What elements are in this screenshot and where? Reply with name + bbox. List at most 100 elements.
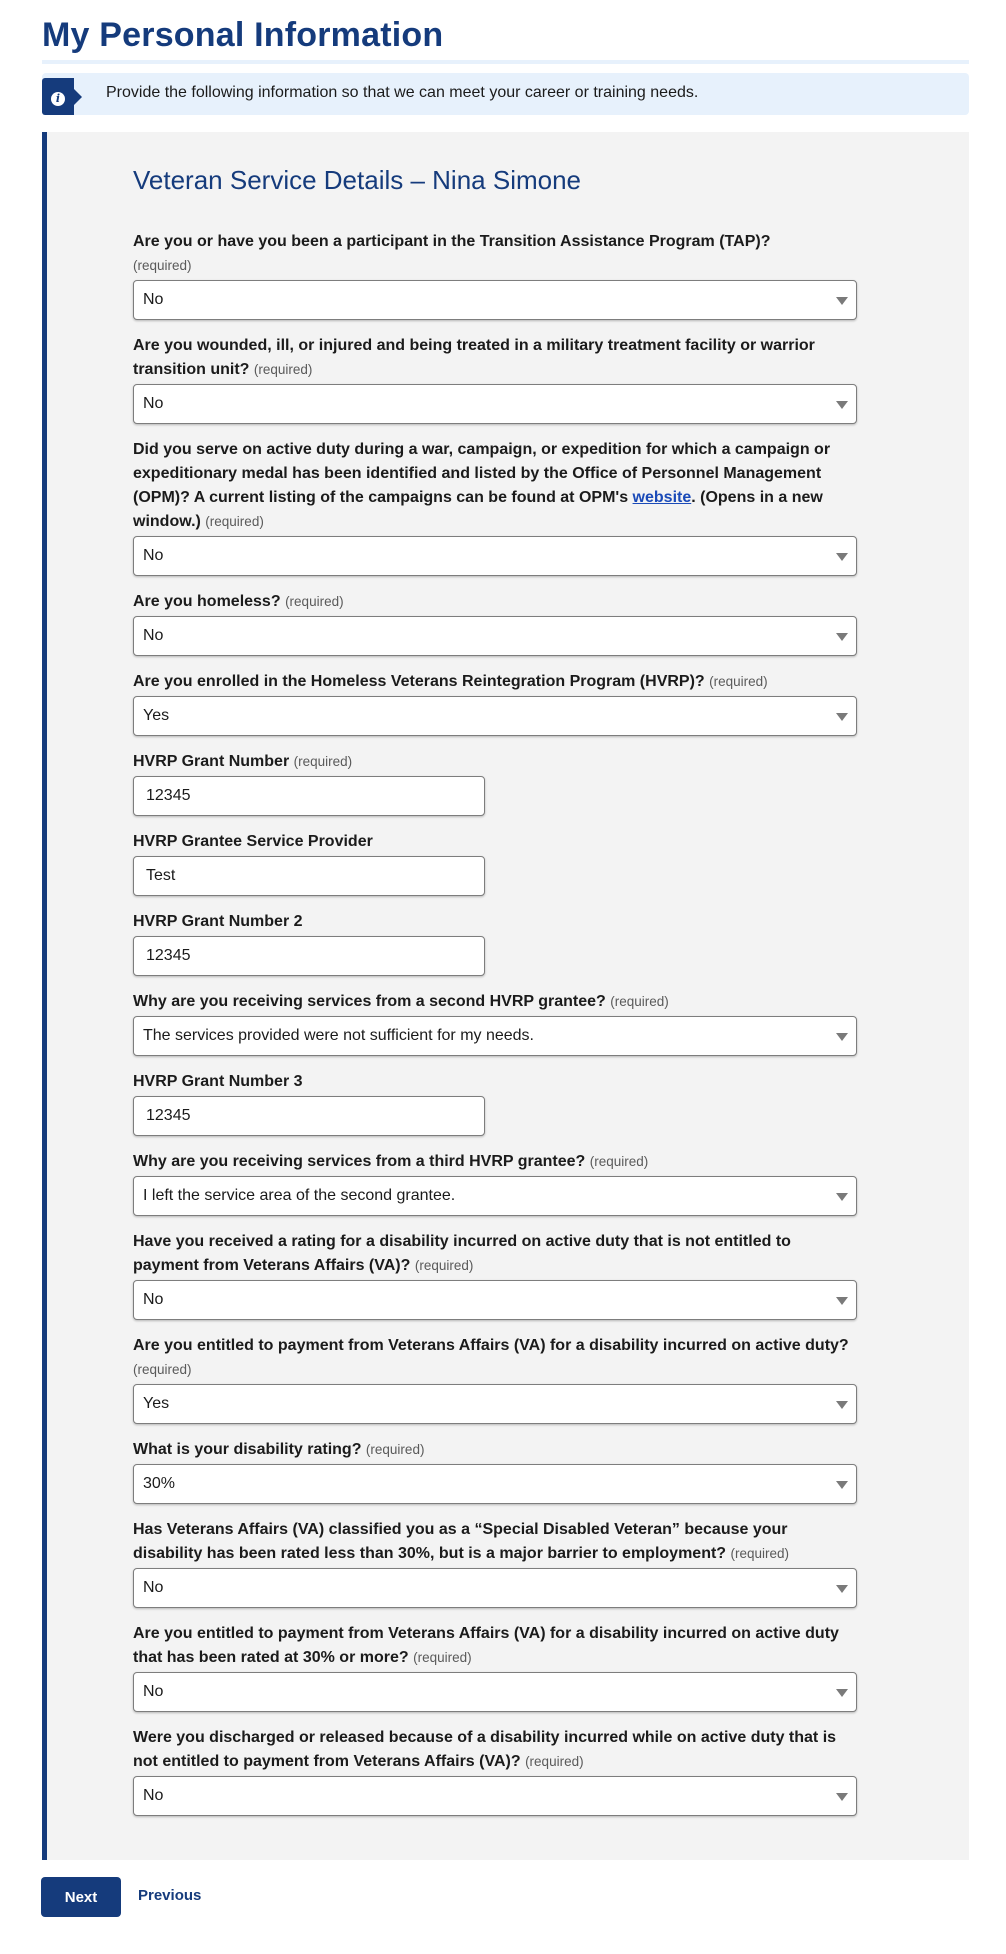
second-grantee-reason-select[interactable]: The services provided were not sufficien… <box>133 1016 857 1056</box>
dropdown-caret-icon <box>836 1193 848 1201</box>
select-value: 30% <box>143 1475 176 1492</box>
field-rated-30-or-more: Are you entitled to payment from Veteran… <box>133 1622 857 1712</box>
field-tap: Are you or have you been a participant i… <box>133 230 857 320</box>
label-text: Are you wounded, ill, or injured and bei… <box>133 337 815 378</box>
previous-link[interactable]: Previous <box>138 1887 201 1904</box>
hvrp-grant-number-2-input[interactable]: 12345 <box>133 936 485 976</box>
required-hint: (required) <box>414 1258 474 1273</box>
select-value: Yes <box>143 1395 170 1412</box>
dropdown-caret-icon <box>836 1401 848 1409</box>
label-text: Are you homeless? <box>133 593 281 610</box>
field-label: Were you discharged or released because … <box>133 1726 857 1774</box>
info-tab: i <box>42 78 82 115</box>
required-hint: (required) <box>730 1546 790 1561</box>
label-text: Are you entitled to payment from Veteran… <box>133 1625 839 1666</box>
hvrp-grant-number-input[interactable]: 12345 <box>133 776 485 816</box>
discharged-disability-select[interactable]: No <box>133 1776 857 1816</box>
field-disability-rating: What is your disability rating? (require… <box>133 1438 857 1504</box>
select-value: No <box>143 627 164 644</box>
field-label: Did you serve on active duty during a wa… <box>133 438 857 534</box>
veteran-service-panel: Veteran Service Details – Nina Simone Ar… <box>42 132 969 1860</box>
required-hint: (required) <box>133 1362 192 1377</box>
third-grantee-reason-select[interactable]: I left the service area of the second gr… <box>133 1176 857 1216</box>
select-value: No <box>143 547 164 564</box>
required-hint: (required) <box>365 1442 425 1457</box>
select-value: No <box>143 1787 164 1804</box>
label-text: HVRP Grantee Service Provider <box>133 833 373 850</box>
info-icon: i <box>51 92 65 106</box>
field-label: Are you entitled to payment from Veteran… <box>133 1334 857 1382</box>
hvrp-enrolled-select[interactable]: Yes <box>133 696 857 736</box>
field-label: What is your disability rating? (require… <box>133 1438 857 1462</box>
select-value: No <box>143 1291 164 1308</box>
field-label: HVRP Grantee Service Provider <box>133 830 857 854</box>
label-text: Has Veterans Affairs (VA) classified you… <box>133 1521 788 1562</box>
field-special-disabled-veteran: Has Veterans Affairs (VA) classified you… <box>133 1518 857 1608</box>
field-label: Are you wounded, ill, or injured and bei… <box>133 334 857 382</box>
dropdown-caret-icon <box>836 1033 848 1041</box>
campaign-medal-select[interactable]: No <box>133 536 857 576</box>
rated-30-or-more-select[interactable]: No <box>133 1672 857 1712</box>
select-value: No <box>143 1579 164 1596</box>
required-hint: (required) <box>133 258 192 273</box>
select-value: I left the service area of the second gr… <box>143 1187 456 1204</box>
hvrp-grant-number-3-input[interactable]: 12345 <box>133 1096 485 1136</box>
dropdown-caret-icon <box>836 1297 848 1305</box>
dropdown-caret-icon <box>836 297 848 305</box>
dropdown-caret-icon <box>836 1793 848 1801</box>
homeless-select[interactable]: No <box>133 616 857 656</box>
field-label: Are you or have you been a participant i… <box>133 230 857 278</box>
required-hint: (required) <box>293 754 353 769</box>
wounded-select[interactable]: No <box>133 384 857 424</box>
dropdown-caret-icon <box>836 553 848 561</box>
select-value: No <box>143 291 164 308</box>
field-hvrp-grant-number-2: HVRP Grant Number 2 12345 <box>133 910 857 976</box>
select-value: Yes <box>143 707 170 724</box>
page-title: My Personal Information <box>42 16 444 54</box>
required-hint: (required) <box>589 1154 649 1169</box>
title-divider <box>42 60 969 64</box>
field-label: HVRP Grant Number (required) <box>133 750 857 774</box>
select-value: No <box>143 395 164 412</box>
dropdown-caret-icon <box>836 1481 848 1489</box>
info-banner: i Provide the following information so t… <box>42 73 969 115</box>
hvrp-service-provider-input[interactable]: Test <box>133 856 485 896</box>
next-button[interactable]: Next <box>41 1877 121 1917</box>
field-label: Has Veterans Affairs (VA) classified you… <box>133 1518 857 1566</box>
dropdown-caret-icon <box>836 1585 848 1593</box>
field-label: Are you homeless? (required) <box>133 590 857 614</box>
dropdown-caret-icon <box>836 401 848 409</box>
va-payment-entitled-select[interactable]: Yes <box>133 1384 857 1424</box>
disability-rating-not-entitled-select[interactable]: No <box>133 1280 857 1320</box>
label-text: Were you discharged or released because … <box>133 1729 837 1770</box>
section-title: Veteran Service Details – Nina Simone <box>133 165 582 195</box>
select-value: The services provided were not sufficien… <box>143 1027 534 1044</box>
special-disabled-veteran-select[interactable]: No <box>133 1568 857 1608</box>
field-third-grantee-reason: Why are you receiving services from a th… <box>133 1150 857 1216</box>
required-hint: (required) <box>610 994 669 1009</box>
required-hint: (required) <box>285 594 344 609</box>
field-label: Are you enrolled in the Homeless Veteran… <box>133 670 857 694</box>
tap-select[interactable]: No <box>133 280 857 320</box>
field-label: HVRP Grant Number 3 <box>133 1070 857 1094</box>
label-text: Why are you receiving services from a se… <box>133 993 606 1010</box>
label-text: Why are you receiving services from a th… <box>133 1153 586 1170</box>
opm-website-link[interactable]: website <box>633 489 692 506</box>
dropdown-caret-icon <box>836 1689 848 1697</box>
field-second-grantee-reason: Why are you receiving services from a se… <box>133 990 857 1056</box>
field-hvrp-grant-number-3: HVRP Grant Number 3 12345 <box>133 1070 857 1136</box>
field-va-payment-entitled: Are you entitled to payment from Veteran… <box>133 1334 857 1424</box>
label-text: HVRP Grant Number 2 <box>133 913 303 930</box>
label-text: What is your disability rating? <box>133 1441 362 1458</box>
dropdown-caret-icon <box>836 633 848 641</box>
required-hint: (required) <box>205 514 264 529</box>
required-hint: (required) <box>709 674 768 689</box>
field-label: Have you received a rating for a disabil… <box>133 1230 857 1278</box>
required-hint: (required) <box>413 1650 472 1665</box>
field-campaign-medal: Did you serve on active duty during a wa… <box>133 438 857 576</box>
label-text: Are you or have you been a participant i… <box>133 233 771 250</box>
disability-rating-select[interactable]: 30% <box>133 1464 857 1504</box>
field-label: Why are you receiving services from a th… <box>133 1150 857 1174</box>
field-hvrp-service-provider: HVRP Grantee Service Provider Test <box>133 830 857 896</box>
info-banner-text: Provide the following information so tha… <box>106 84 699 101</box>
